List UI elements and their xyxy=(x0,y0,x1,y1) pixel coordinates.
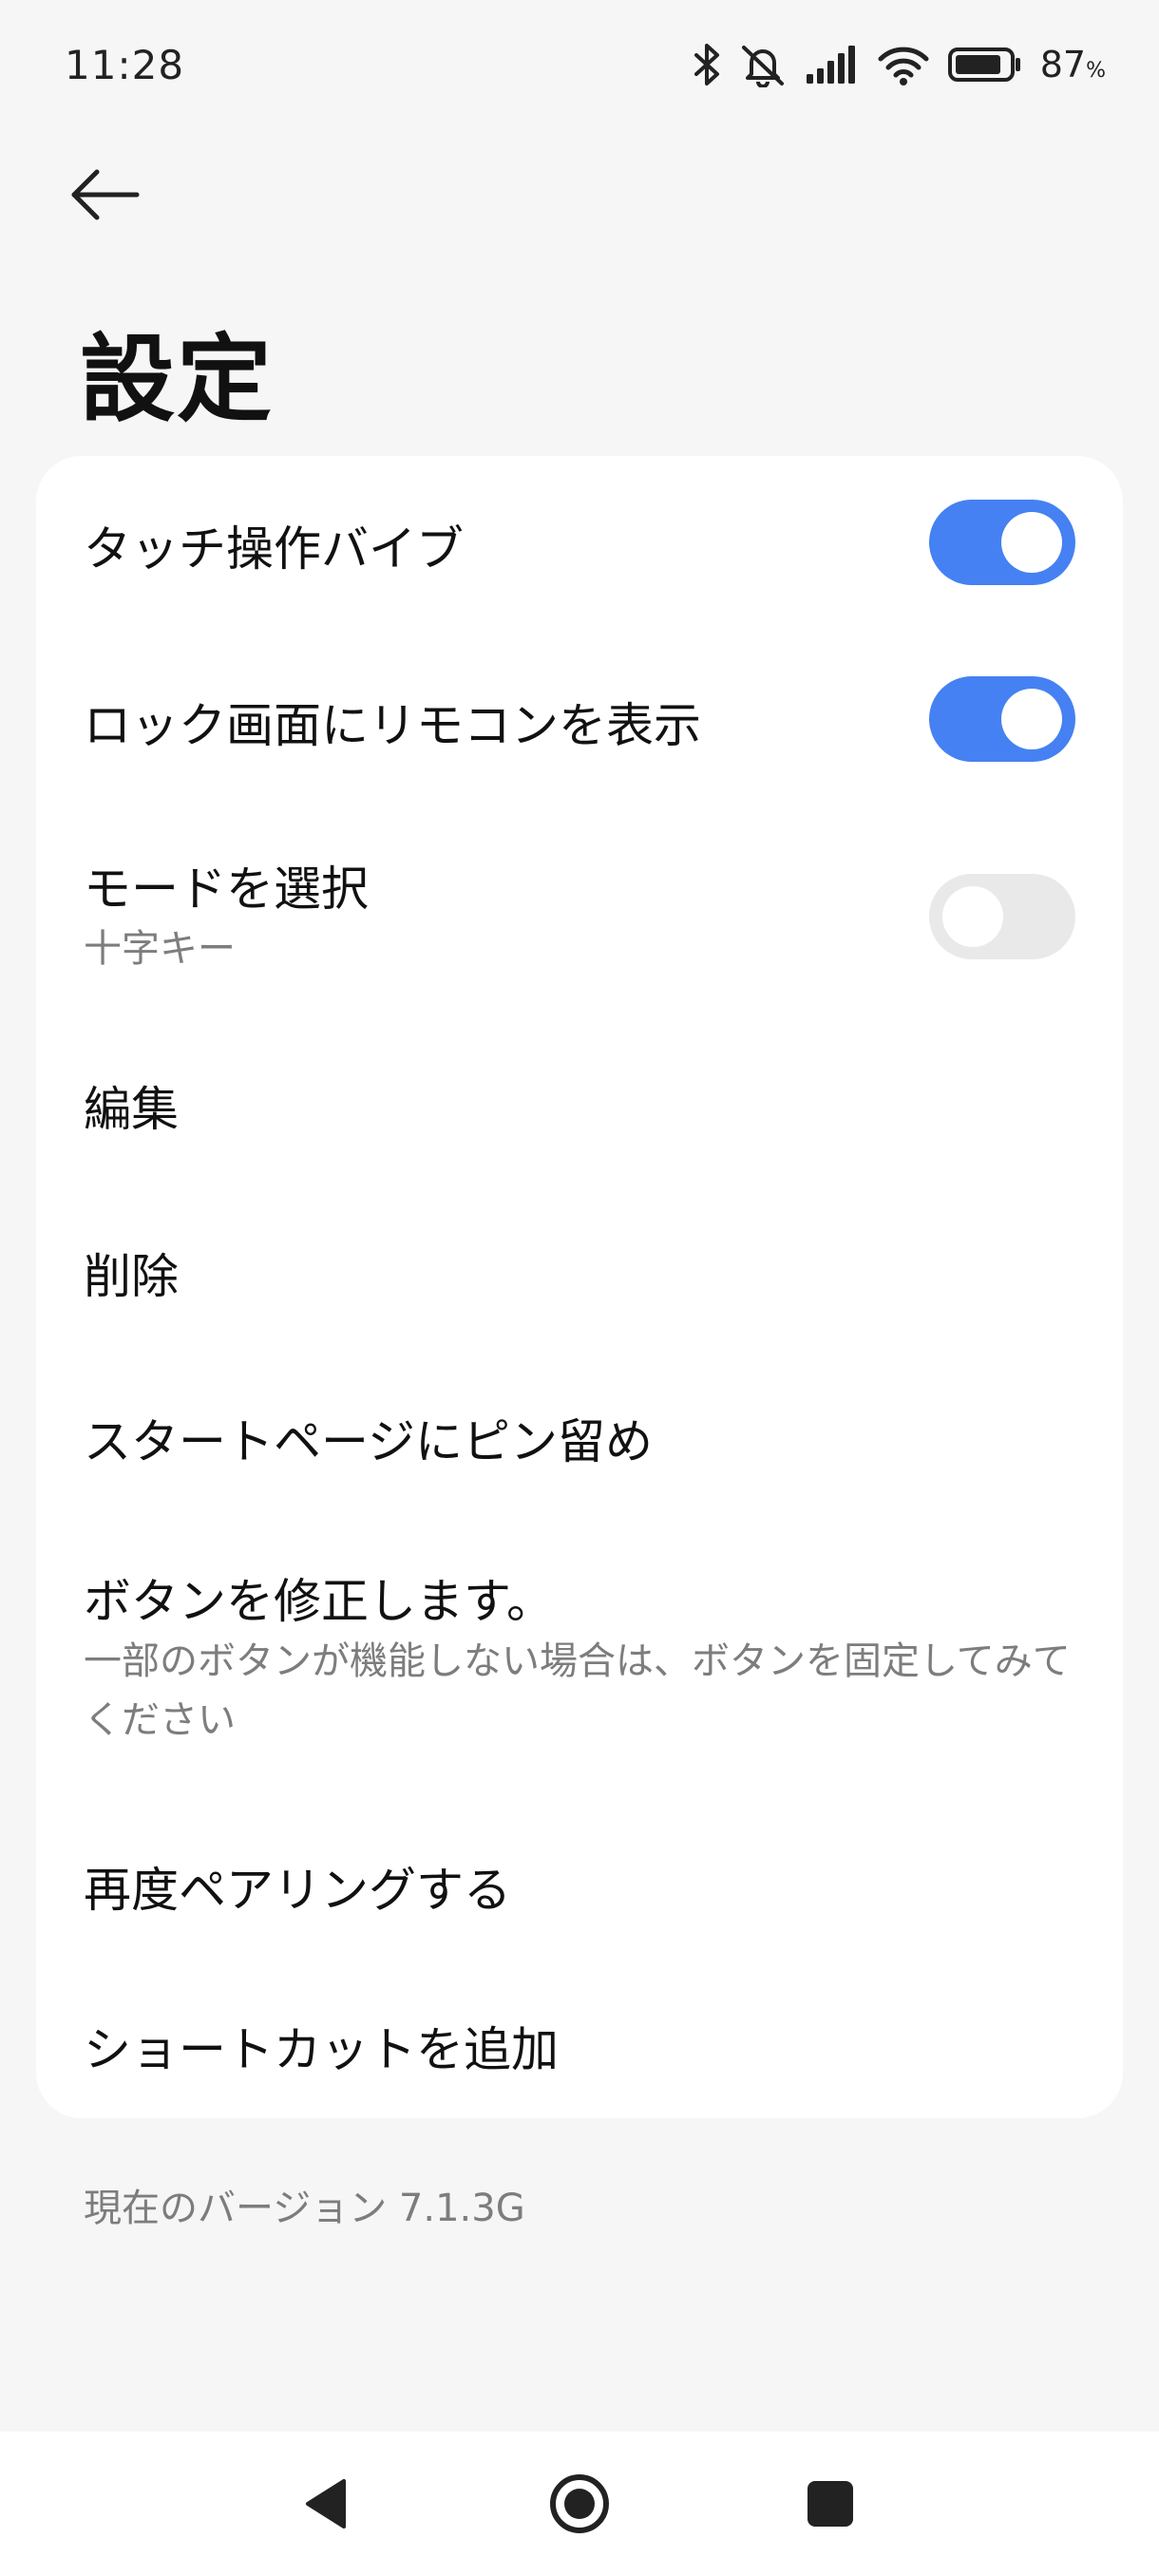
wifi-icon xyxy=(878,47,929,85)
setting-pin-to-start[interactable]: スタートページにピン留め xyxy=(36,1353,1123,1518)
lock-screen-remote-toggle[interactable] xyxy=(929,676,1075,762)
version-label: 現在のバージョン 7.1.3G xyxy=(84,2187,525,2230)
settings-card: タッチ操作バイブ ロック画面にリモコンを表示 モードを選択 十字キー 編集 削除… xyxy=(36,456,1123,2118)
setting-subtitle: 一部のボタンが機能しない場合は、ボタンを固定してみてください xyxy=(84,1639,1071,1742)
status-bar: 11:28 87% xyxy=(0,0,1159,133)
setting-title: 編集 xyxy=(84,1082,179,1137)
setting-select-mode[interactable]: モードを選択 十字キー xyxy=(36,805,1123,1022)
mute-icon xyxy=(741,46,784,87)
battery-percent-value: 87 xyxy=(1039,44,1087,85)
battery-percent-unit: % xyxy=(1086,59,1106,83)
setting-title: モードを選択 xyxy=(84,862,369,917)
back-triangle-icon xyxy=(306,2479,346,2529)
status-time: 11:28 xyxy=(65,42,185,88)
setting-re-pair[interactable]: 再度ペアリングする xyxy=(36,1801,1123,1962)
nav-back-button[interactable] xyxy=(291,2466,367,2542)
status-icons: 87% xyxy=(693,38,1106,91)
setting-title: ボタンを修正します。 xyxy=(84,1574,554,1629)
setting-title: タッチ操作バイブ xyxy=(84,521,464,577)
select-mode-toggle[interactable] xyxy=(929,874,1075,959)
setting-title: スタートページにピン留め xyxy=(84,1414,653,1469)
page-title: 設定 xyxy=(80,324,274,435)
setting-add-shortcut[interactable]: ショートカットを追加 xyxy=(36,1962,1123,2118)
toggle-knob xyxy=(1001,689,1062,749)
arrow-left-icon xyxy=(71,169,140,220)
setting-title: ショートカットを追加 xyxy=(84,2022,559,2077)
setting-title: 削除 xyxy=(84,1249,179,1304)
setting-edit[interactable]: 編集 xyxy=(36,1022,1123,1189)
battery-icon xyxy=(947,47,1020,82)
signal-icon xyxy=(806,46,855,84)
toggle-knob xyxy=(942,886,1003,947)
setting-delete[interactable]: 削除 xyxy=(36,1189,1123,1353)
setting-touch-vibration[interactable]: タッチ操作バイブ xyxy=(36,456,1123,631)
bluetooth-icon xyxy=(694,44,719,85)
setting-fix-buttons[interactable]: ボタンを修正します。 一部のボタンが機能しない場合は、ボタンを固定してみてくださ… xyxy=(36,1518,1123,1801)
toggle-knob xyxy=(1001,512,1062,573)
nav-recents-button[interactable] xyxy=(792,2466,868,2542)
nav-home-button[interactable] xyxy=(542,2466,618,2542)
setting-title: ロック画面にリモコンを表示 xyxy=(84,698,701,753)
battery-percent: 87% xyxy=(1040,44,1106,85)
setting-title: 再度ペアリングする xyxy=(84,1863,511,1918)
recents-square-icon xyxy=(808,2481,853,2527)
touch-vibration-toggle[interactable] xyxy=(929,500,1075,585)
setting-lock-screen-remote[interactable]: ロック画面にリモコンを表示 xyxy=(36,631,1123,805)
home-circle-icon xyxy=(550,2474,609,2533)
navigation-bar xyxy=(0,2432,1159,2576)
back-button[interactable] xyxy=(68,152,163,237)
